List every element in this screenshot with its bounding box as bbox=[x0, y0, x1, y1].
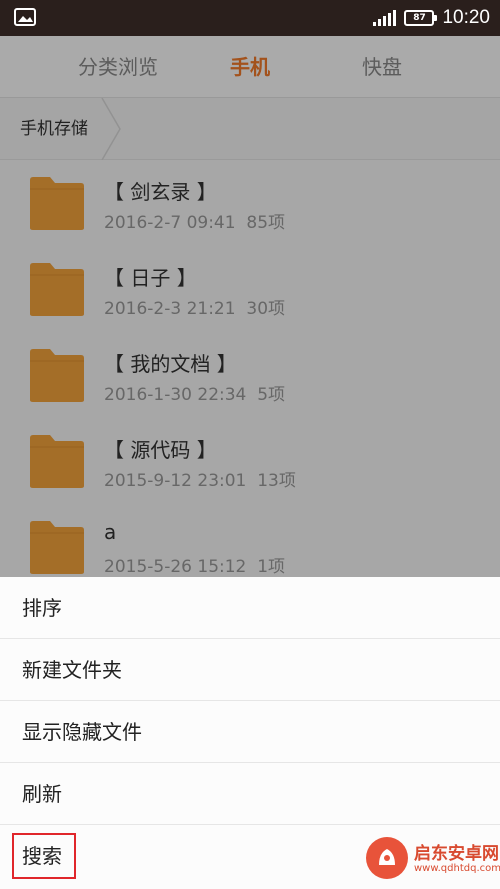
status-right: 87 10:20 bbox=[373, 0, 490, 36]
watermark-title: 启东安卓网 bbox=[414, 844, 499, 864]
status-bar: 87 10:20 bbox=[0, 0, 500, 36]
watermark-url: www.qdhtdq.com bbox=[414, 863, 500, 874]
menu-item-show-hidden[interactable]: 显示隐藏文件 bbox=[0, 701, 500, 763]
watermark: 启东安卓网 www.qdhtdq.com bbox=[366, 833, 500, 883]
watermark-logo-icon bbox=[366, 837, 408, 879]
menu-item-label: 新建文件夹 bbox=[22, 658, 122, 682]
battery-level: 87 bbox=[413, 13, 426, 23]
clock: 10:20 bbox=[442, 7, 490, 28]
menu-item-refresh[interactable]: 刷新 bbox=[0, 763, 500, 825]
menu-item-label: 搜索 bbox=[22, 844, 62, 868]
dim-overlay[interactable] bbox=[0, 36, 500, 577]
options-menu: 排序 新建文件夹 显示隐藏文件 刷新 搜索 启东安卓网 www.qdhtdq.c… bbox=[0, 577, 500, 889]
image-icon bbox=[14, 8, 36, 26]
battery-icon: 87 bbox=[404, 10, 438, 26]
menu-item-label: 显示隐藏文件 bbox=[22, 720, 142, 744]
signal-bars-icon bbox=[373, 10, 397, 26]
menu-item-sort[interactable]: 排序 bbox=[0, 577, 500, 639]
menu-item-label: 刷新 bbox=[22, 782, 62, 806]
menu-item-label: 排序 bbox=[22, 596, 62, 620]
menu-item-new-folder[interactable]: 新建文件夹 bbox=[0, 639, 500, 701]
